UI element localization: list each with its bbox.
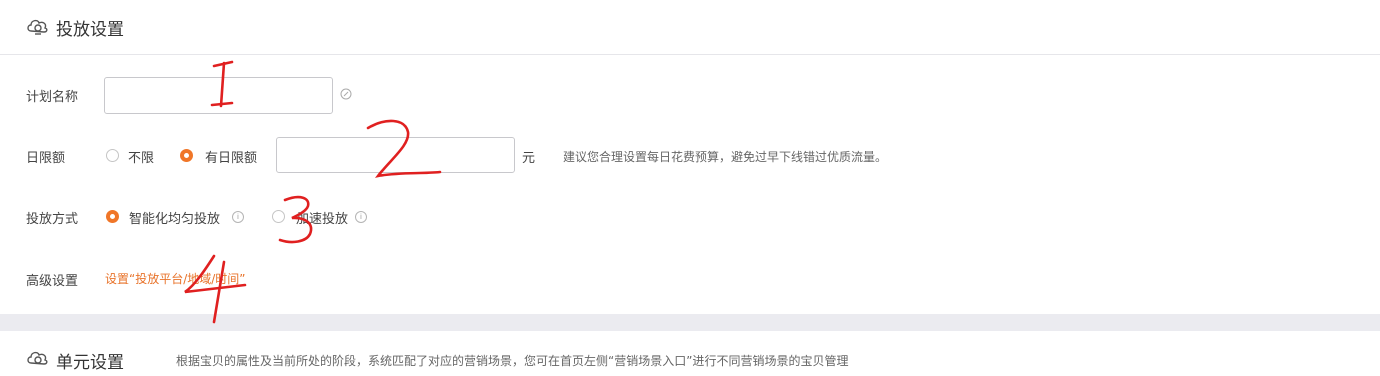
currency-unit: 元 <box>522 151 536 166</box>
plan-name-input[interactable] <box>104 77 333 114</box>
plan-name-label: 计划名称 <box>26 90 79 105</box>
delivery-settings-header: 投放设置 <box>0 0 1380 55</box>
radio-unlimited[interactable] <box>106 149 119 162</box>
budget-hint: 建议您合理设置每日花费预算，避免过早下线错过优质流量。 <box>563 150 888 164</box>
radio-daily-limit[interactable] <box>180 149 193 162</box>
radio-fast-delivery[interactable] <box>272 210 285 223</box>
unit-section-hint: 根据宝贝的属性及当前所处的阶段，系统匹配了对应的营销场景，您可在首页左侧“营销场… <box>176 354 849 368</box>
daily-budget-input[interactable] <box>276 137 515 173</box>
delivery-method-label: 投放方式 <box>26 212 79 227</box>
daily-budget-label: 日限额 <box>26 151 66 166</box>
edit-icon[interactable] <box>340 88 352 100</box>
gear-cloud-icon <box>27 19 48 35</box>
option-fast-label: 加速投放 <box>296 212 349 227</box>
info-circle-icon[interactable]: i <box>355 211 367 223</box>
option-smooth-label: 智能化均匀投放 <box>129 212 221 227</box>
info-circle-icon[interactable]: i <box>232 211 244 223</box>
option-unlimited-label: 不限 <box>128 151 155 166</box>
radio-smooth-delivery[interactable] <box>106 210 119 223</box>
section-divider <box>0 314 1380 331</box>
advanced-settings-label: 高级设置 <box>26 274 79 289</box>
annotation-4 <box>184 254 247 324</box>
section-title: 投放设置 <box>56 20 124 40</box>
option-daily-limit-label: 有日限额 <box>205 151 258 166</box>
gear-cloud-icon <box>27 351 48 365</box>
unit-section-title: 单元设置 <box>56 353 124 373</box>
advanced-settings-link[interactable]: 设置“投放平台/地域/时间” <box>105 270 246 287</box>
